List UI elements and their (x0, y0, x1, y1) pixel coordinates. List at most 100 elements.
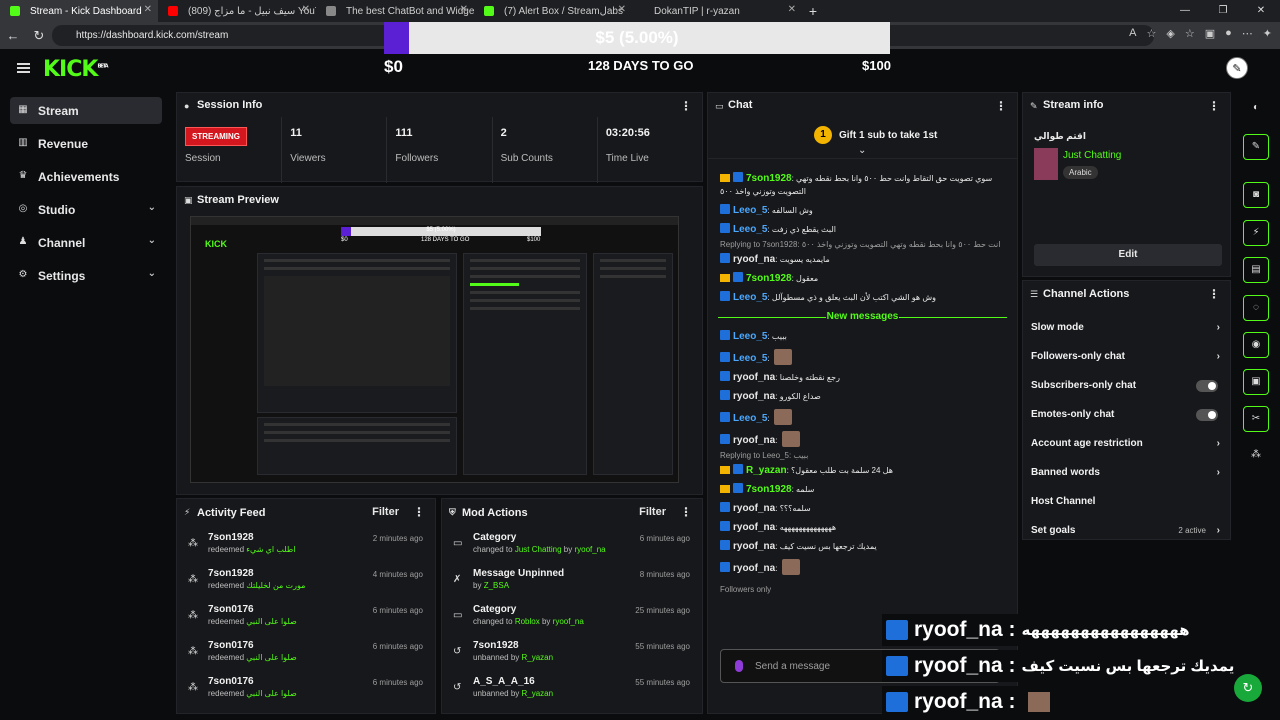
chat-username[interactable]: ryoof_na (733, 372, 775, 383)
menu-icon[interactable] (17, 63, 30, 73)
channel-action-row[interactable]: Set goals 2 active › (1023, 516, 1230, 545)
chat-message[interactable]: ryoof_na: رجع نقطته وخلصنا (708, 368, 1017, 387)
camera-icon[interactable]: ◙ (1243, 182, 1269, 208)
browser-tab[interactable]: (809) سيف نبيل - ما مزاج YouTube✕ (158, 0, 316, 22)
chat-message[interactable]: Leeo_5: (708, 346, 1017, 368)
chat-message[interactable]: 7son1928: سلمه (708, 480, 1017, 499)
extensions-icon[interactable]: ◈ (1166, 27, 1174, 40)
browser-tab[interactable]: The best ChatBot and Widgets fo✕ (316, 0, 474, 22)
collections-icon[interactable]: ▣ (1205, 27, 1215, 40)
mod-action-row[interactable]: ↺ 7son1928 unbanned by R_yazan 55 minutes a… (442, 634, 702, 670)
close-icon[interactable]: ✕ (618, 4, 626, 15)
sidebar-item-channel[interactable]: ♟ Channel ⌄ (10, 229, 162, 256)
chat-message[interactable]: ryoof_na: صداع الكورو (708, 387, 1017, 406)
chat-username[interactable]: Leeo_5 (733, 331, 767, 342)
chat-username[interactable]: 7son1928 (746, 173, 792, 184)
chat-message[interactable]: ryoof_na: ههههههههههههههه (708, 518, 1017, 537)
sidebar-item-settings[interactable]: ⚙ Settings ⌄ (10, 262, 162, 289)
chat-message[interactable]: Leeo_5: (708, 406, 1017, 428)
favorites-icon[interactable]: ☆ (1185, 27, 1195, 40)
chat-username[interactable]: ryoof_na (733, 254, 775, 265)
chat-message[interactable]: ryoof_na: سلمه؟؟؟ (708, 499, 1017, 518)
more-options-icon[interactable]: ⋮ (680, 505, 692, 519)
chat-username[interactable]: ryoof_na (733, 541, 775, 552)
channel-action-row[interactable]: Subscribers-only chat (1023, 371, 1230, 400)
chat-username[interactable]: 7son1928 (746, 273, 792, 284)
minimize-icon[interactable]: — (1166, 0, 1204, 22)
close-icon[interactable]: ✕ (460, 4, 468, 15)
gift-sub-banner[interactable]: 1 Gift 1 sub to take 1st ⌄ (708, 117, 1017, 159)
filter-button[interactable]: Filter (372, 506, 399, 518)
chat-username[interactable]: Leeo_5 (733, 353, 767, 364)
broadcast-icon[interactable]: ◉ (1243, 332, 1269, 358)
chat-message[interactable]: ryoof_na: يمديك ترجعها بس نسيت كيف (708, 537, 1017, 556)
browser-tab[interactable]: DokanTIP | r-yazan ✕ (644, 0, 802, 22)
chat-username[interactable]: ryoof_na (733, 563, 775, 574)
chat-username[interactable]: ryoof_na (733, 391, 775, 402)
chat-username[interactable]: Leeo_5 (733, 292, 767, 303)
more-options-icon[interactable]: ⋮ (1208, 287, 1220, 301)
profile-icon[interactable]: ● (1225, 27, 1232, 40)
close-window-icon[interactable]: ✕ (1242, 0, 1280, 22)
chat-username[interactable]: ryoof_na (733, 522, 775, 533)
notes-icon[interactable]: ▤ (1243, 257, 1269, 283)
chat-message[interactable]: Leeo_5: وش هو الشي اكتب لأن البث يعلق و … (708, 288, 1017, 307)
browser-tab[interactable] (632, 0, 644, 22)
chat-message[interactable]: Leeo_5: البث يقطع ذي زفت (708, 220, 1017, 239)
activity-row[interactable]: ⁂ 7son1928 redeemed اطلب اي شيء 2 minutes a… (177, 526, 435, 562)
chat-username[interactable]: ryoof_na (733, 435, 775, 446)
sidebar-item-studio[interactable]: ◎ Studio ⌄ (10, 196, 162, 223)
refresh-fab-icon[interactable]: ↻ (1234, 674, 1262, 702)
sidebar-item-revenue[interactable]: ▥ Revenue (10, 130, 162, 157)
reload-icon[interactable]: ↻ (26, 28, 52, 44)
read-aloud-icon[interactable]: A (1129, 27, 1136, 40)
lightning-icon[interactable]: ⚡ (1243, 220, 1269, 246)
chat-username[interactable]: 7son1928 (746, 484, 792, 495)
mod-action-row[interactable]: ✗ Message Unpinned by Z_BSA 8 minutes ago (442, 562, 702, 598)
favorite-icon[interactable]: ☆ (1147, 27, 1157, 40)
close-icon[interactable]: ✕ (302, 4, 310, 15)
chat-username[interactable]: R_yazan (746, 465, 787, 476)
chat-message[interactable]: ryoof_na: (708, 428, 1017, 450)
more-icon[interactable]: ⋯ (1242, 27, 1253, 40)
activity-row[interactable]: ⁂ 7son1928 redeemed مورت من لخليلتك 4 minut… (177, 562, 435, 598)
channel-action-row[interactable]: Emotes-only chat (1023, 400, 1230, 429)
mic-icon[interactable] (735, 660, 743, 672)
chat-message[interactable]: ryoof_na: مايمديه يسويت (708, 250, 1017, 269)
chat-message[interactable]: R_yazan: هل 24 سلمة بت طلب معقول؟ (708, 461, 1017, 480)
chat-username[interactable]: Leeo_5 (733, 413, 767, 424)
chat-bubble-icon[interactable]: ◌ (1243, 295, 1269, 321)
channel-action-row[interactable]: Slow mode › (1023, 313, 1230, 342)
chat-username[interactable]: Leeo_5 (733, 205, 767, 216)
chat-message[interactable]: 7son1928: سوي تصويت حق التقاط وانت حط ٥٠… (708, 169, 1017, 201)
close-icon[interactable]: ✕ (788, 4, 796, 15)
more-options-icon[interactable]: ⋮ (680, 99, 692, 113)
theme-toggle-icon[interactable]: ◐ (1243, 96, 1269, 122)
activity-row[interactable]: ⁂ 7son0176 redeemed صلوا على النبي 6 minute… (177, 670, 435, 706)
channel-action-row[interactable]: Followers-only chat › (1023, 342, 1230, 371)
mod-action-row[interactable]: ↺ A_S_A_A_16 unbanned by R_yazan 55 minutes… (442, 670, 702, 706)
more-options-icon[interactable]: ⋮ (413, 505, 425, 519)
close-icon[interactable]: ✕ (144, 4, 152, 15)
pencil-icon[interactable]: ✎ (1243, 134, 1269, 160)
filter-button[interactable]: Filter (639, 506, 666, 518)
more-options-icon[interactable]: ⋮ (995, 99, 1007, 113)
mod-action-row[interactable]: ▭ Category changed to Roblox by ryoof_na 25… (442, 598, 702, 634)
channel-action-row[interactable]: Account age restriction › (1023, 429, 1230, 458)
back-icon[interactable]: ← (0, 28, 26, 43)
browser-tab[interactable]: Stream - Kick Dashboard ✕ (0, 0, 158, 22)
edit-button[interactable]: Edit (1034, 244, 1222, 266)
sidebar-item-achievements[interactable]: ♛ Achievements (10, 163, 162, 190)
kick-logo[interactable]: KICKBETA (43, 57, 109, 82)
print-icon[interactable]: ▣ (1243, 369, 1269, 395)
chat-message[interactable]: Leeo_5: وش السالفه (708, 201, 1017, 220)
integrations-icon[interactable]: ⁂ (1243, 443, 1269, 469)
channel-action-row[interactable]: Banned words › (1023, 458, 1230, 487)
stream-preview-video[interactable]: $5 (5.00%) $0 128 DAYS TO GO $100 KICK (190, 216, 679, 483)
activity-row[interactable]: ⁂ 7son0176 redeemed صلوا على النبي 6 minute… (177, 598, 435, 634)
chat-message[interactable]: ryoof_na: (708, 556, 1017, 578)
activity-row[interactable]: ⁂ 7son0176 redeemed صلوا على النبي 6 minute… (177, 634, 435, 670)
more-options-icon[interactable]: ⋮ (1208, 99, 1220, 113)
chat-message[interactable]: 7son1928: معقول (708, 269, 1017, 288)
browser-tab[interactable]: (7) Alert Box / Streamلabs ✕ (474, 0, 632, 22)
